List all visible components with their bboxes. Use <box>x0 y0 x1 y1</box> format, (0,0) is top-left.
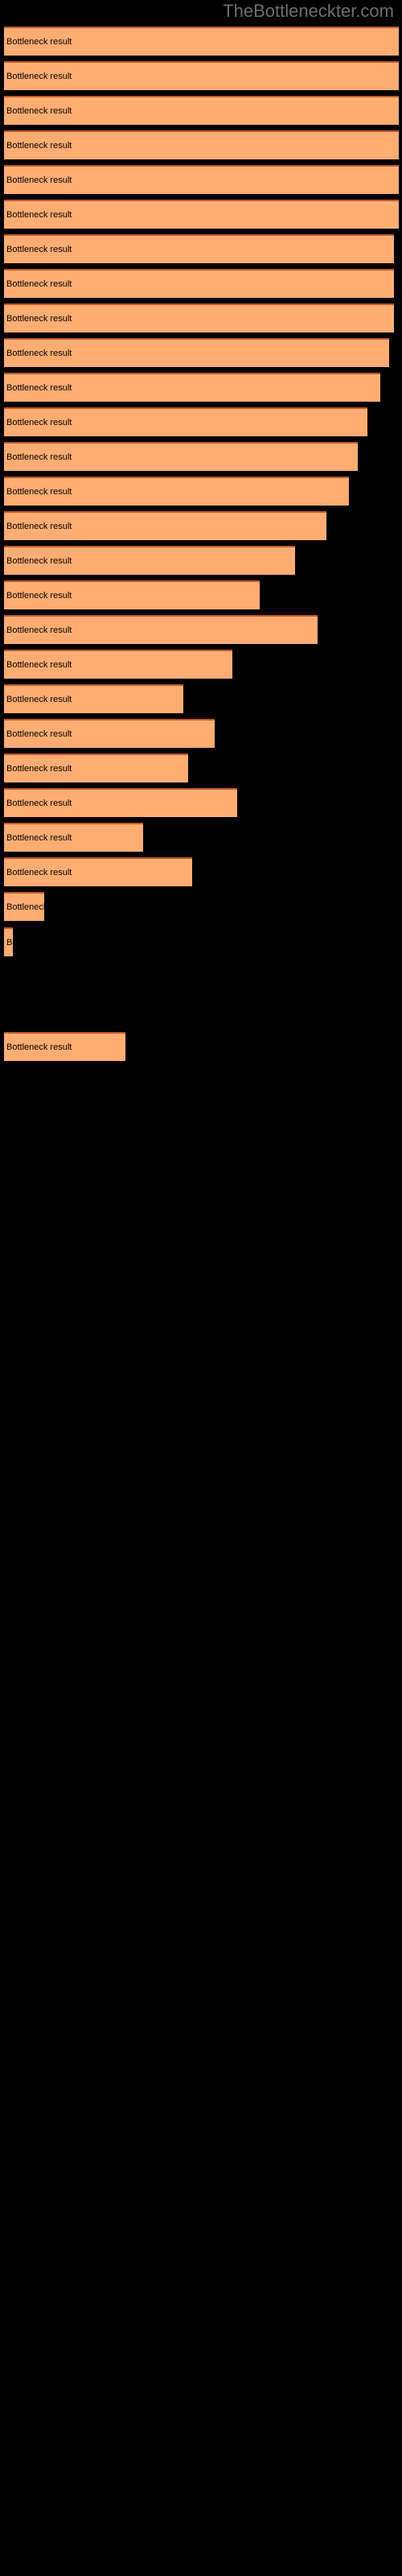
bar-label: Bottleneck result <box>6 210 72 221</box>
bar-10[interactable]: Bottleneck result <box>4 338 389 367</box>
bar-25[interactable]: Bottleneck result <box>4 857 192 886</box>
bar-label: Bottleneck result <box>6 1042 72 1053</box>
bar-18[interactable]: Bottleneck result <box>4 615 318 644</box>
bar-label: Bottleneck result <box>6 245 72 255</box>
bar-label: Bottleneck result <box>6 279 72 290</box>
bar-label: Bottleneck result <box>6 764 72 774</box>
bar-20[interactable]: Bottleneck result <box>4 684 183 713</box>
bar-label: Bottleneck result <box>6 902 44 913</box>
bar-14[interactable]: Bottleneck result <box>4 477 349 506</box>
bar-12[interactable]: Bottleneck result <box>4 407 367 436</box>
bar-label: Bottleneck result <box>6 591 72 601</box>
bar-label: Bottleneck result <box>6 556 72 567</box>
bar-1[interactable]: Bottleneck result <box>4 27 399 56</box>
bar-17[interactable]: Bottleneck result <box>4 580 260 609</box>
bar-16[interactable]: Bottleneck result <box>4 546 295 575</box>
bar-9[interactable]: Bottleneck result <box>4 303 394 332</box>
bar-11[interactable]: Bottleneck result <box>4 373 380 402</box>
bar-label: Bottleneck result <box>6 868 72 878</box>
bar-label: Bottleneck result <box>6 799 72 809</box>
bar-label: Bottleneck result <box>6 175 72 186</box>
bar-label: Bottleneck result <box>6 452 72 463</box>
bar-6[interactable]: Bottleneck result <box>4 200 399 229</box>
bar-label: Bottleneck result <box>6 522 72 532</box>
bar-label: Bottleneck result <box>6 349 72 359</box>
bar-24[interactable]: Bottleneck result <box>4 823 143 852</box>
bar-8[interactable]: Bottleneck result <box>4 269 394 298</box>
bar-7[interactable]: Bottleneck result <box>4 234 394 263</box>
bar-label: Bottleneck result <box>6 938 13 948</box>
bar-28[interactable]: Bottleneck result <box>4 1032 125 1061</box>
bar-label: Bottleneck result <box>6 660 72 671</box>
bar-label: Bottleneck result <box>6 695 72 705</box>
bar-label: Bottleneck result <box>6 418 72 428</box>
bar-3[interactable]: Bottleneck result <box>4 96 399 125</box>
bar-label: Bottleneck result <box>6 314 72 324</box>
bar-2[interactable]: Bottleneck result <box>4 61 399 90</box>
bar-4[interactable]: Bottleneck result <box>4 130 399 159</box>
bar-27[interactable]: Bottleneck result <box>4 927 13 956</box>
bar-5[interactable]: Bottleneck result <box>4 165 399 194</box>
bar-15[interactable]: Bottleneck result <box>4 511 326 540</box>
bar-label: Bottleneck result <box>6 141 72 151</box>
bar-label: Bottleneck result <box>6 487 72 497</box>
bar-label: Bottleneck result <box>6 729 72 740</box>
bar-label: Bottleneck result <box>6 625 72 636</box>
bar-label: Bottleneck result <box>6 383 72 394</box>
bar-19[interactable]: Bottleneck result <box>4 650 232 679</box>
bottleneck-chart: TheBottleneckter.com Bottleneck result Bo… <box>0 0 402 2576</box>
bar-26[interactable]: Bottleneck result <box>4 892 44 921</box>
bar-label: Bottleneck result <box>6 37 72 47</box>
bar-13[interactable]: Bottleneck result <box>4 442 358 471</box>
bar-series: Bottleneck result Bottleneck result Bottle… <box>0 0 402 2576</box>
bar-label: Bottleneck result <box>6 106 72 117</box>
bar-21[interactable]: Bottleneck result <box>4 719 215 748</box>
bar-label: Bottleneck result <box>6 72 72 82</box>
bar-23[interactable]: Bottleneck result <box>4 788 237 817</box>
bar-22[interactable]: Bottleneck result <box>4 753 188 782</box>
bar-label: Bottleneck result <box>6 833 72 844</box>
